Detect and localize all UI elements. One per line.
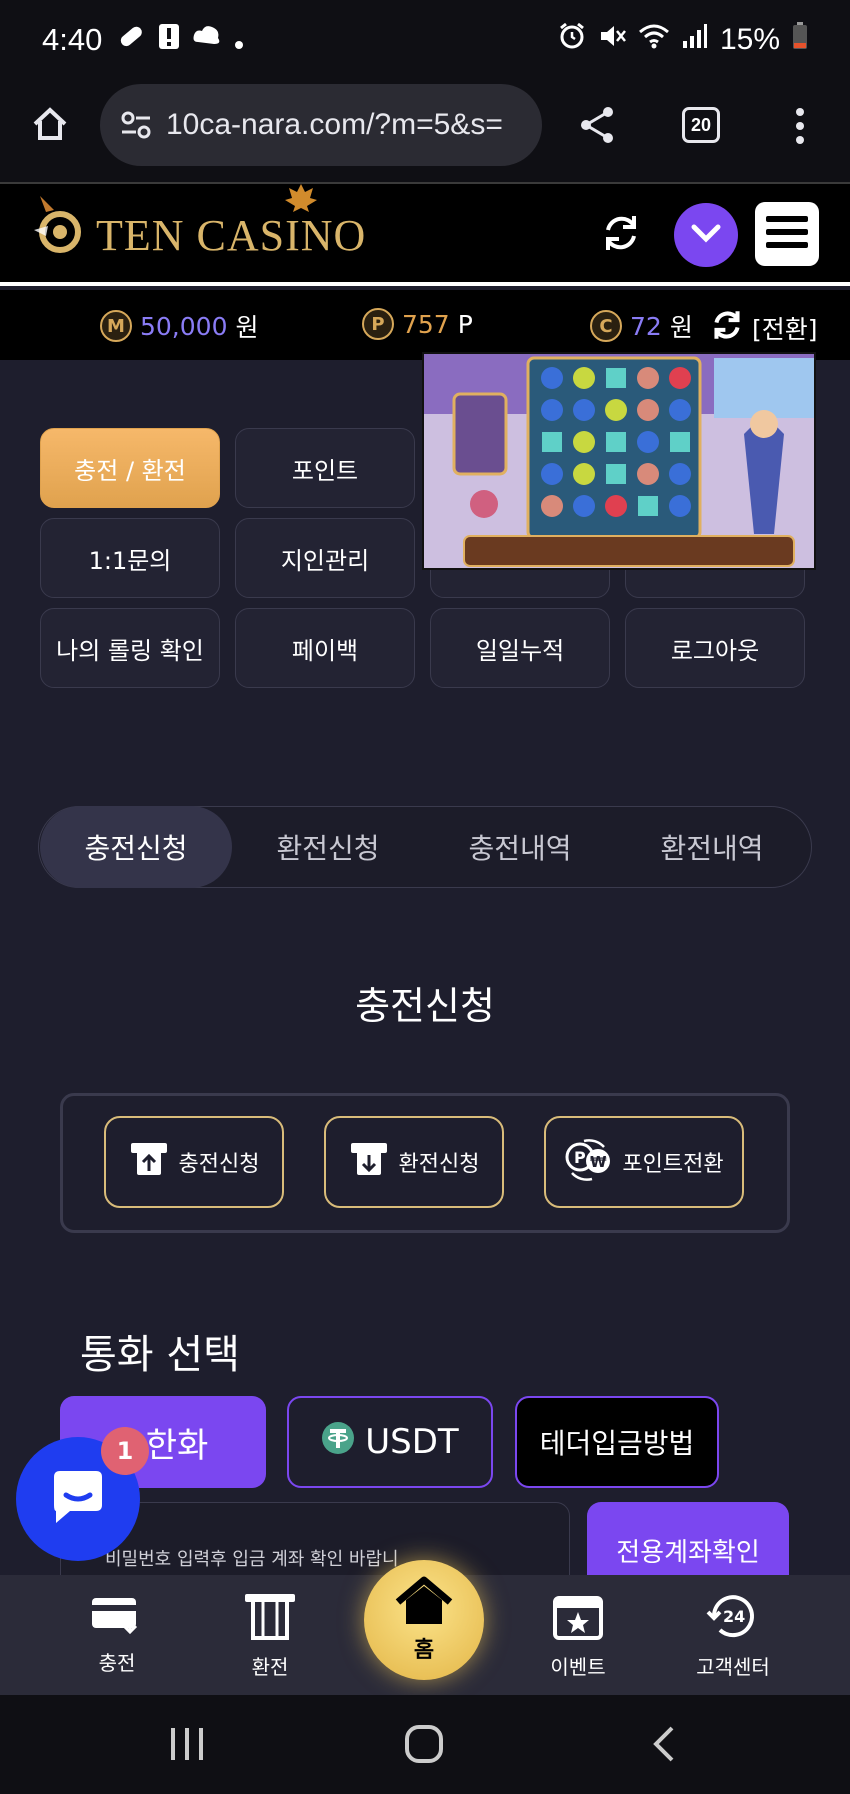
svg-text:P: P [574, 1148, 586, 1167]
menu-payback[interactable]: 페이백 [235, 608, 415, 688]
share-icon[interactable] [576, 104, 618, 150]
nav-home[interactable]: 홈 [364, 1560, 484, 1680]
chat-badge: 1 [101, 1427, 149, 1475]
refresh-icon [710, 308, 744, 348]
exchange-request-button[interactable]: 환전신청 [324, 1116, 504, 1208]
atm-deposit-icon [129, 1141, 169, 1183]
logo-text[interactable]: TEN CASINO [96, 210, 366, 261]
nav-charge[interactable]: 충전 [57, 1592, 177, 1676]
support-24h-icon: 24 [706, 1592, 760, 1645]
point-balance: P 757 P [362, 308, 473, 340]
hamburger-menu-button[interactable] [755, 202, 819, 266]
menu-rolling[interactable]: 나의 롤링 확인 [40, 608, 220, 688]
menu-charge-exchange[interactable]: 충전 / 환전 [40, 428, 220, 508]
link-icon [116, 21, 146, 59]
nav-event[interactable]: 이벤트 [518, 1592, 638, 1680]
point-convert-button[interactable]: P ₩ 포인트전환 [544, 1116, 744, 1208]
menu-icon [766, 214, 808, 254]
casino-balance: C 72 원 [590, 308, 693, 344]
battery-icon [792, 22, 808, 58]
point-coin-icon: P [362, 308, 394, 340]
menu-point[interactable]: 포인트 [235, 428, 415, 508]
svg-text:24: 24 [723, 1607, 745, 1626]
menu-inquiry[interactable]: 1:1문의 [40, 518, 220, 598]
tab-exchange-request[interactable]: 환전신청 [232, 806, 424, 888]
card-icon [90, 1592, 144, 1641]
wifi-icon [638, 22, 670, 58]
menu-referral[interactable]: 지인관리 [235, 518, 415, 598]
casino-coin-icon: C [590, 310, 622, 342]
tab-charge-request[interactable]: 충전신청 [40, 806, 232, 888]
tether-deposit-method-button[interactable]: 테더입금방법 [515, 1396, 719, 1488]
signal-icon [682, 23, 708, 57]
home-nav-icon[interactable] [404, 1724, 444, 1768]
back-icon[interactable] [648, 1724, 678, 1768]
svg-text:₩: ₩ [590, 1153, 607, 1171]
tab-switcher-button[interactable]: 20 [682, 107, 720, 143]
alert-icon [158, 21, 180, 59]
money-coin-icon: M [100, 310, 132, 342]
calendar-star-icon [551, 1592, 605, 1645]
url-text: 10ca-nara.com/?m=5&s= [166, 108, 503, 141]
recent-apps-icon[interactable] [168, 1726, 206, 1766]
tether-icon [321, 1421, 355, 1464]
chevron-down-icon [691, 223, 721, 247]
tab-exchange-history[interactable]: 환전내역 [616, 806, 808, 888]
battery-percent: 15% [719, 23, 780, 56]
more-vert-icon[interactable] [793, 106, 807, 150]
page-title: 충전신청 [355, 984, 495, 1028]
status-time: 4:40 [42, 22, 103, 57]
refresh-icon[interactable] [600, 212, 642, 258]
currency-title: 통화 선택 [80, 1332, 240, 1378]
tab-charge-history[interactable]: 충전내역 [424, 806, 616, 888]
point-convert-icon: P ₩ [564, 1137, 612, 1187]
atm-icon [243, 1592, 297, 1645]
status-bar: 4:40 15% [0, 0, 850, 80]
home-icon[interactable] [30, 104, 70, 148]
game-video-overlay[interactable] [422, 352, 816, 570]
dropdown-button[interactable] [674, 203, 738, 267]
money-balance: M 50,000 원 [100, 308, 259, 344]
alarm-icon [558, 22, 586, 58]
currency-usdt-button[interactable]: USDT [287, 1396, 493, 1488]
home-icon [394, 1576, 454, 1632]
mute-icon [598, 22, 626, 58]
maple-leaf-icon [283, 182, 319, 218]
dot-icon [234, 23, 244, 58]
logo-icon[interactable] [30, 190, 100, 264]
atm-withdraw-icon [349, 1141, 389, 1183]
convert-button[interactable]: [전환] [710, 308, 818, 348]
menu-daily[interactable]: 일일누적 [430, 608, 610, 688]
site-settings-icon[interactable] [120, 110, 152, 140]
nav-exchange[interactable]: 환전 [210, 1592, 330, 1680]
menu-logout[interactable]: 로그아웃 [625, 608, 805, 688]
url-bar[interactable]: 10ca-nara.com/?m=5&s= [100, 84, 542, 166]
charge-request-button[interactable]: 충전신청 [104, 1116, 284, 1208]
nav-support[interactable]: 24 고객센터 [673, 1592, 793, 1680]
cloud-icon [192, 22, 222, 58]
chat-bubble-icon [46, 1465, 110, 1533]
